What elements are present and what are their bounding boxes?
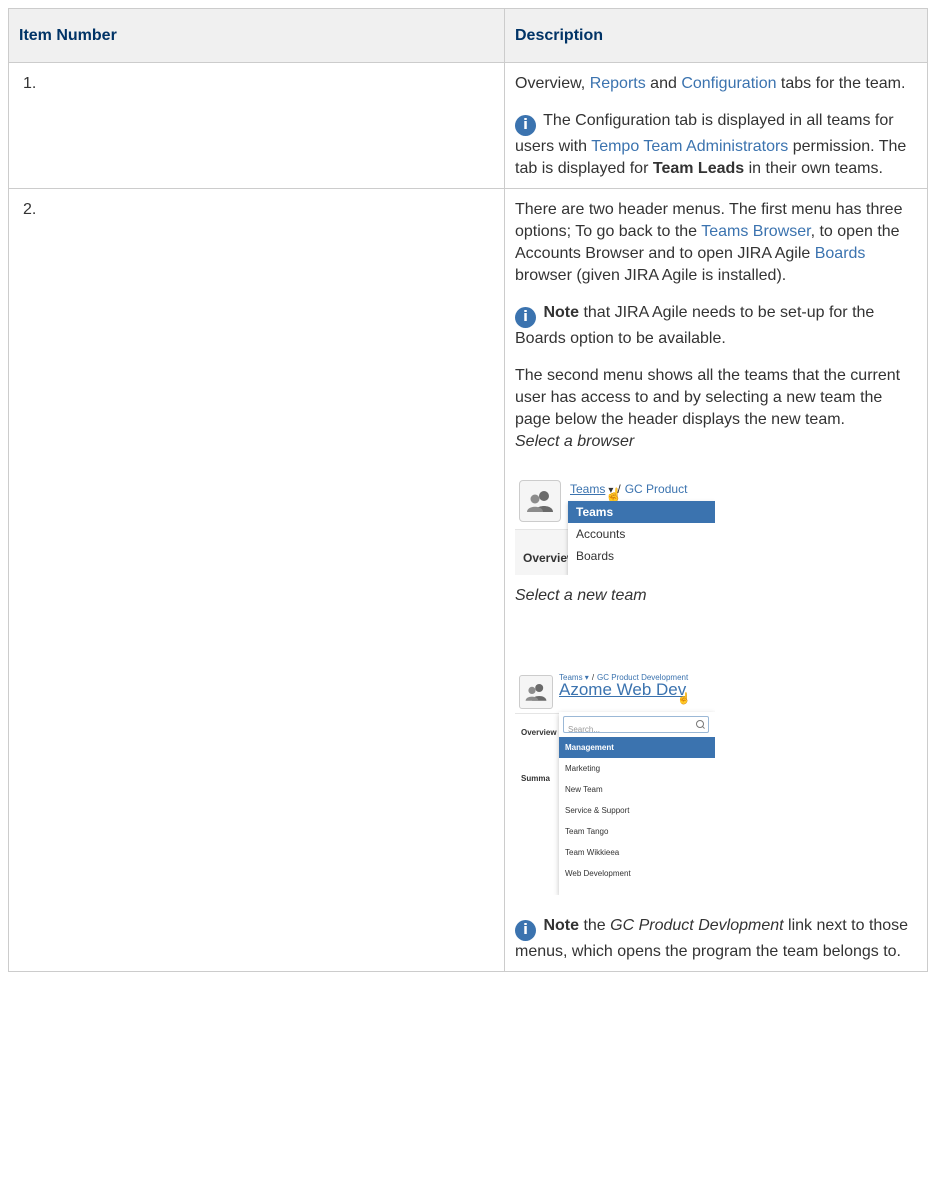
menu-item-team-wikkieea[interactable]: Team Wikkieea — [559, 842, 715, 863]
hand-pointer-icon: ☝ — [677, 693, 691, 705]
text-segment: the — [579, 917, 611, 934]
team-list: Management Marketing New Team Service & … — [559, 737, 715, 884]
caption-select-team: Select a new team — [515, 587, 647, 604]
info-icon: i — [515, 307, 536, 328]
menu-item-boards[interactable]: Boards — [568, 545, 715, 567]
description-paragraph: There are two header menus. The first me… — [515, 199, 917, 287]
tempo-team-administrators-link[interactable]: Tempo Team Administrators — [591, 138, 788, 155]
tab-overview[interactable]: Overview — [521, 722, 557, 744]
menu-item-new-team[interactable]: New Team — [559, 779, 715, 800]
column-header-item-number: Item Number — [8, 8, 505, 63]
menu-item-accounts[interactable]: Accounts — [568, 523, 715, 545]
text-segment: in their own teams. — [744, 160, 883, 177]
description-cell: There are two header menus. The first me… — [504, 188, 928, 972]
menu-item-web-development[interactable]: Web Development — [559, 863, 715, 884]
info-icon: i — [515, 920, 536, 941]
breadcrumb-program-link[interactable]: GC Product — [625, 482, 688, 496]
description-table: Item Number Description 1. Overview, Rep… — [8, 8, 928, 972]
menu-item-marketing[interactable]: Marketing — [559, 758, 715, 779]
bold-text: Note — [543, 917, 580, 934]
teams-browser-link[interactable]: Teams Browser — [701, 223, 810, 240]
team-avatar — [519, 675, 553, 709]
breadcrumb-teams-link[interactable]: Teams — [570, 482, 605, 496]
description-paragraph: Overview, Reports and Configuration tabs… — [515, 73, 917, 95]
browser-dropdown-menu: Teams Accounts Boards — [568, 501, 715, 575]
breadcrumb: Teams ▾ / GC Product — [570, 478, 687, 502]
info-note: i Note the GC Product Devlopment link ne… — [515, 915, 917, 963]
item-number-cell: 1. — [8, 62, 505, 189]
screenshot-browser-menu: Teams ▾ / GC Product ☝ Overview Teams Accou… — [515, 467, 715, 575]
team-search-input[interactable]: Search... — [563, 716, 709, 734]
table-row: 2. There are two header menus. The first… — [8, 188, 928, 972]
summary-heading: Summa — [521, 774, 550, 783]
italic-text: GC Product Devlopment — [610, 917, 784, 934]
info-icon: i — [515, 115, 536, 136]
team-dropdown-menu: Search... Management Marketing New Team … — [559, 712, 715, 895]
text-segment: and — [645, 75, 682, 92]
description-cell: Overview, Reports and Configuration tabs… — [504, 62, 928, 189]
info-note: i The Configuration tab is displayed in … — [515, 110, 917, 180]
text-segment: tabs for the team. — [776, 75, 906, 92]
people-icon — [527, 491, 553, 512]
bold-text: Note — [543, 304, 580, 321]
text-segment: browser (given JIRA Agile is installed). — [515, 267, 787, 284]
info-note: i Note that JIRA Agile needs to be set-u… — [515, 302, 917, 350]
search-icon — [696, 720, 704, 728]
screenshot-team-menu: Teams ▾ / GC Product Development Azome Web… — [515, 655, 715, 895]
people-icon — [525, 684, 547, 701]
boards-link[interactable]: Boards — [815, 245, 866, 262]
menu-item-team-tango[interactable]: Team Tango — [559, 821, 715, 842]
menu-item-teams[interactable]: Teams — [568, 501, 715, 523]
team-name-link[interactable]: Azome Web Dev — [559, 679, 686, 701]
configuration-link[interactable]: Configuration — [681, 75, 776, 92]
caption-select-browser: Select a browser — [515, 433, 635, 450]
team-avatar — [519, 480, 561, 522]
column-header-description: Description — [504, 8, 928, 63]
menu-item-service-support[interactable]: Service & Support — [559, 800, 715, 821]
description-paragraph: The second menu shows all the teams that… — [515, 367, 901, 428]
bold-text: Team Leads — [652, 160, 745, 177]
text-segment: Overview, — [515, 75, 590, 92]
reports-link[interactable]: Reports — [590, 75, 646, 92]
menu-item-management[interactable]: Management — [559, 737, 715, 758]
item-number-cell: 2. — [8, 188, 505, 972]
table-row: 1. Overview, Reports and Configuration t… — [8, 62, 928, 189]
table-header-row: Item Number Description — [8, 8, 928, 63]
